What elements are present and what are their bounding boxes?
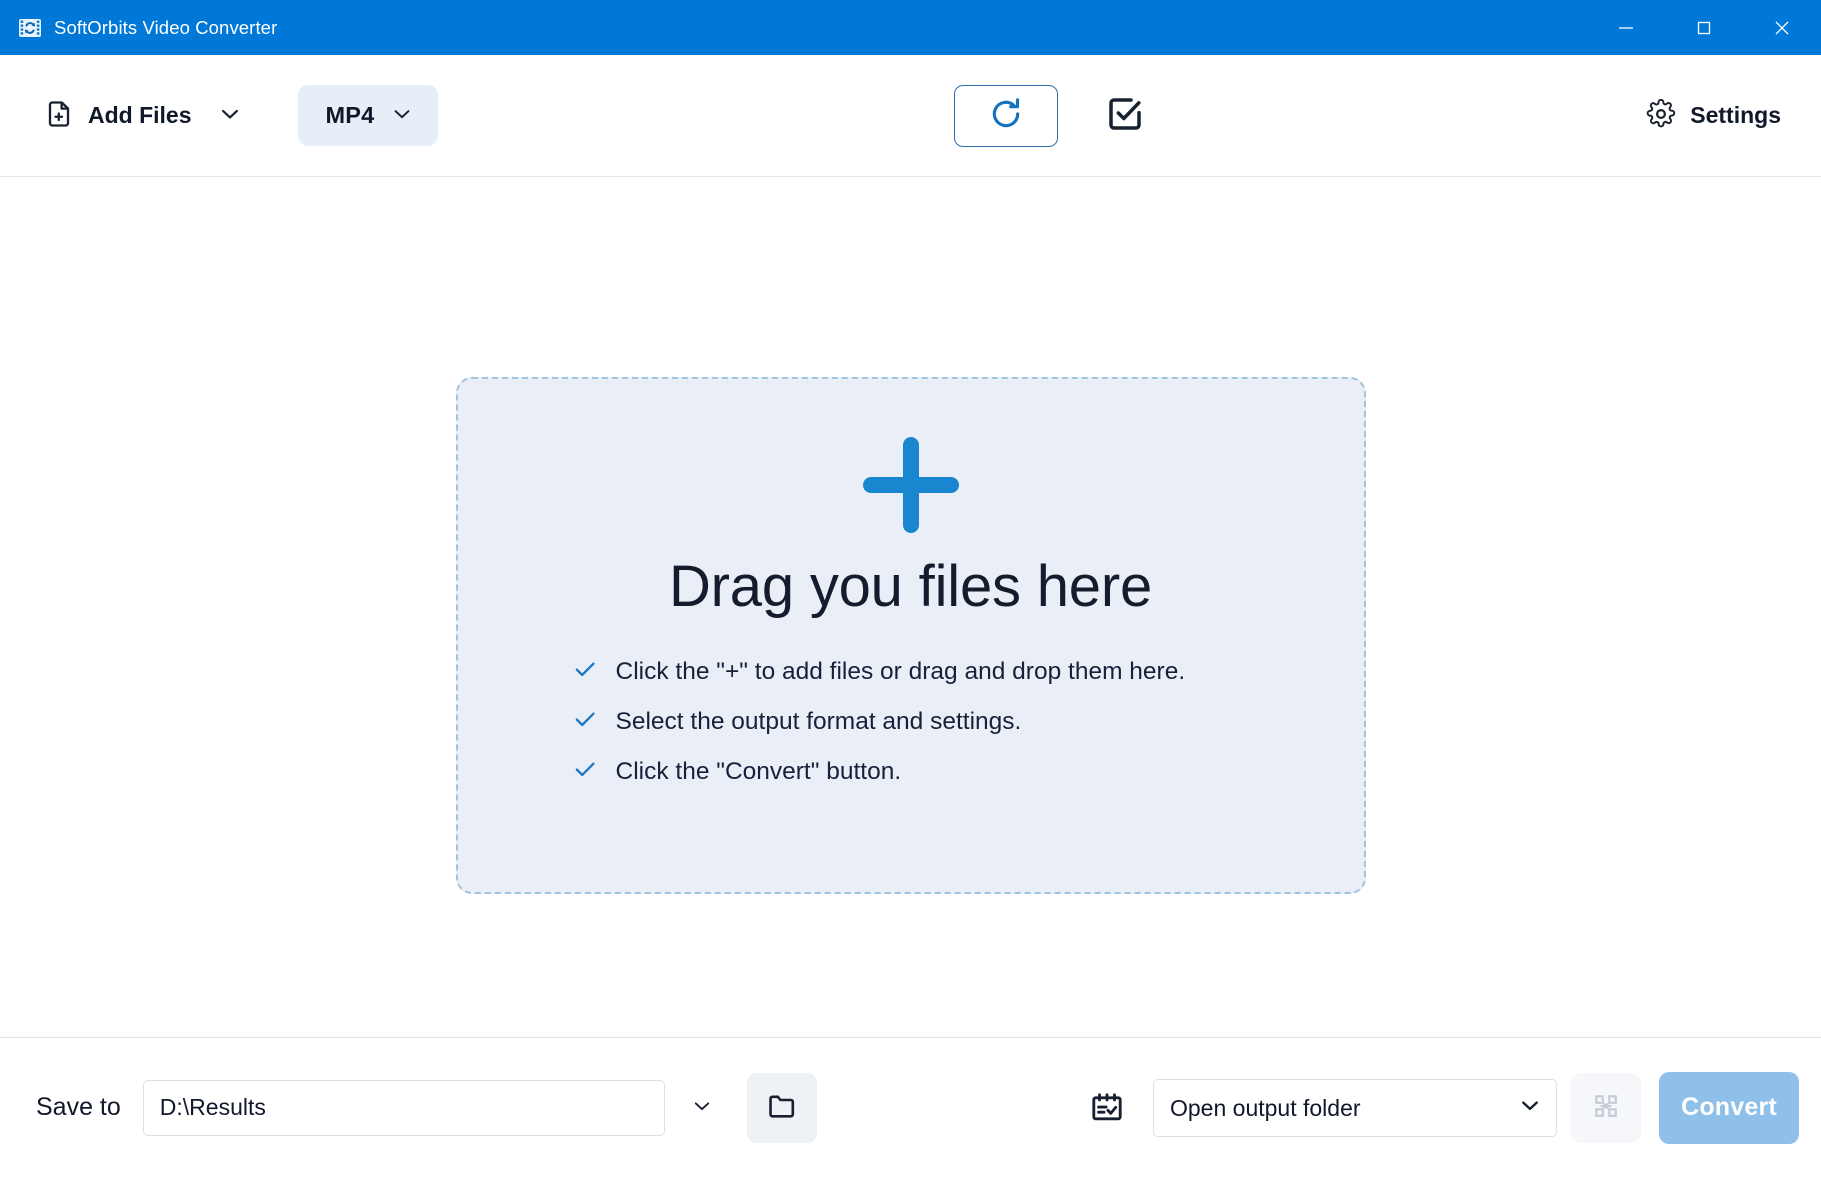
file-plus-icon bbox=[44, 99, 74, 132]
film-convert-icon bbox=[18, 16, 42, 40]
list-item-label: Click the "Convert" button. bbox=[615, 757, 902, 785]
app-window: SoftOrbits Video Converter Add Files MP4… bbox=[0, 0, 1821, 1177]
window-title: SoftOrbits Video Converter bbox=[54, 16, 278, 38]
minimize-icon bbox=[1619, 26, 1633, 29]
file-dropzone[interactable]: Drag you files here Click the "+" to add… bbox=[455, 377, 1366, 894]
list-item: Click the "Convert" button. bbox=[572, 756, 1364, 787]
add-files-label: Add Files bbox=[88, 102, 192, 128]
plus-icon[interactable] bbox=[857, 431, 965, 539]
add-files-button[interactable]: Add Files bbox=[36, 87, 204, 144]
main-content-area: Drag you files here Click the "+" to add… bbox=[0, 177, 1821, 1037]
bottom-bar-right-group: Open output folder Convert bbox=[1079, 1071, 1799, 1144]
output-format-button[interactable]: MP4 bbox=[297, 85, 439, 146]
select-all-button[interactable] bbox=[1094, 85, 1156, 147]
maximize-button[interactable] bbox=[1665, 0, 1743, 55]
chevron-down-icon bbox=[690, 1094, 714, 1121]
chevron-down-icon bbox=[390, 102, 414, 129]
check-icon bbox=[572, 706, 598, 737]
list-item: Click the "+" to add files or drag and d… bbox=[572, 656, 1364, 687]
calendar-check-icon bbox=[1079, 1090, 1135, 1126]
window-controls bbox=[1587, 0, 1821, 55]
chevron-down-icon bbox=[217, 101, 243, 130]
save-to-label: Save to bbox=[36, 1093, 121, 1121]
toolbar-center-group bbox=[954, 84, 1156, 147]
list-item: Select the output format and settings. bbox=[572, 706, 1364, 737]
close-button[interactable] bbox=[1743, 0, 1821, 55]
bottom-bar: Save to D:\Results Open output folder Co… bbox=[0, 1037, 1821, 1177]
toolbar-right-group: Settings bbox=[1632, 87, 1795, 144]
check-icon bbox=[572, 656, 598, 687]
settings-button[interactable]: Settings bbox=[1632, 87, 1795, 144]
dropzone-instruction-list: Click the "+" to add files or drag and d… bbox=[458, 656, 1364, 787]
gear-icon bbox=[1646, 98, 1676, 132]
refresh-rotate-icon bbox=[986, 94, 1026, 137]
browse-folder-button[interactable] bbox=[746, 1072, 817, 1143]
title-bar: SoftOrbits Video Converter bbox=[0, 0, 1821, 55]
maximize-icon bbox=[1697, 21, 1711, 34]
post-action-select[interactable]: Open output folder bbox=[1153, 1078, 1557, 1137]
settings-label: Settings bbox=[1690, 102, 1781, 128]
list-item-label: Select the output format and settings. bbox=[615, 707, 1022, 735]
toolbar-left-group: Add Files MP4 bbox=[36, 85, 439, 146]
merge-files-button[interactable] bbox=[1571, 1072, 1641, 1143]
folder-icon bbox=[766, 1090, 798, 1125]
output-path-history-button[interactable] bbox=[671, 1079, 733, 1137]
output-format-label: MP4 bbox=[325, 102, 375, 128]
minimize-button[interactable] bbox=[1587, 0, 1665, 55]
dropzone-title: Drag you files here bbox=[669, 554, 1152, 619]
main-toolbar: Add Files MP4 Settings bbox=[0, 55, 1821, 177]
check-icon bbox=[572, 756, 598, 787]
add-files-dropdown-button[interactable] bbox=[204, 92, 256, 140]
convert-button[interactable]: Convert bbox=[1659, 1071, 1799, 1144]
close-icon bbox=[1775, 21, 1789, 34]
post-action-select-wrapper: Open output folder bbox=[1153, 1078, 1557, 1137]
merge-files-icon bbox=[1591, 1091, 1621, 1124]
reset-refresh-button[interactable] bbox=[954, 84, 1058, 147]
output-path-input[interactable] bbox=[142, 1079, 665, 1136]
checkbox-check-icon bbox=[1105, 94, 1145, 137]
list-item-label: Click the "+" to add files or drag and d… bbox=[615, 657, 1186, 685]
title-bar-left: SoftOrbits Video Converter bbox=[0, 16, 277, 40]
